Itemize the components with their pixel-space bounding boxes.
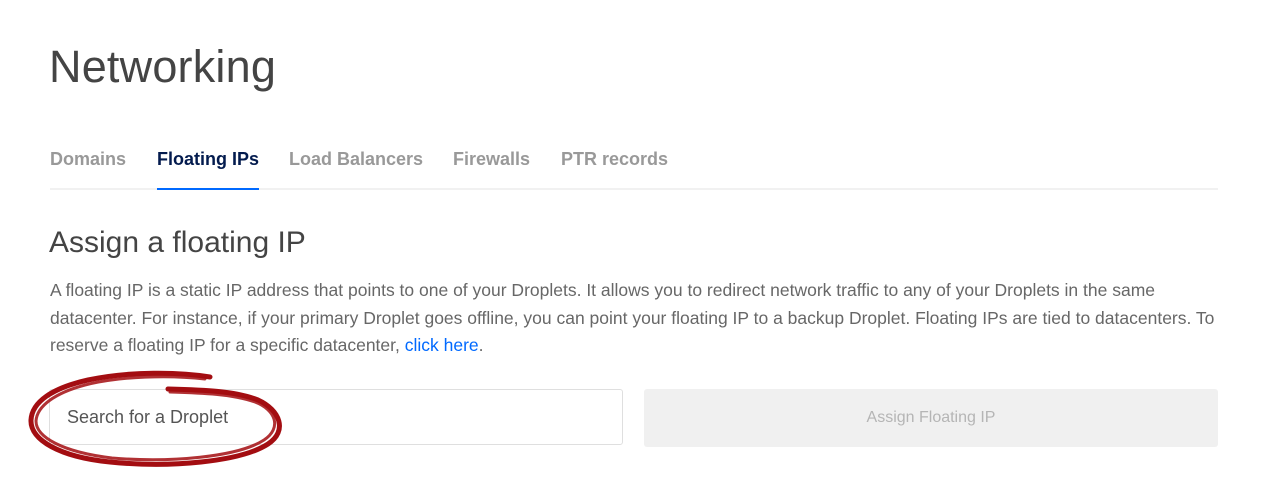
networking-page: Networking Domains Floating IPs Load Bal… xyxy=(0,0,1268,497)
description-text: A floating IP is a static IP address tha… xyxy=(50,280,1215,355)
networking-tabs: Domains Floating IPs Load Balancers Fire… xyxy=(50,146,1218,190)
section-heading: Assign a floating IP xyxy=(49,226,306,259)
tab-ptr-records[interactable]: PTR records xyxy=(561,146,668,188)
tab-floating-ips[interactable]: Floating IPs xyxy=(157,146,260,190)
tab-domains[interactable]: Domains xyxy=(50,146,126,188)
description-end: . xyxy=(478,335,484,355)
section-description: A floating IP is a static IP address tha… xyxy=(50,277,1220,360)
tab-load-balancers[interactable]: Load Balancers xyxy=(289,146,423,188)
droplet-search-input[interactable] xyxy=(49,389,623,445)
tab-firewalls[interactable]: Firewalls xyxy=(453,146,530,188)
page-title: Networking xyxy=(49,41,277,92)
click-here-link[interactable]: click here xyxy=(405,335,479,355)
assign-floating-ip-button[interactable]: Assign Floating IP xyxy=(644,389,1218,447)
